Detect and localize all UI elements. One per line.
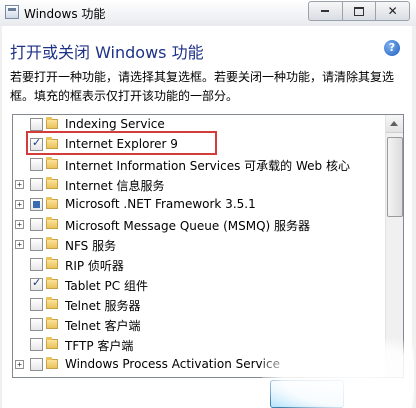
- expand-icon[interactable]: +: [15, 360, 24, 369]
- feature-checkbox[interactable]: [30, 338, 43, 351]
- maximize-button[interactable]: [343, 2, 377, 20]
- close-button[interactable]: ✕: [376, 2, 409, 20]
- folder-icon: [46, 237, 58, 249]
- feature-item[interactable]: RIP 侦听器: [13, 255, 383, 275]
- feature-item[interactable]: + Microsoft .NET Framework 3.5.1: [13, 195, 383, 215]
- feature-label: Telnet 客户端: [65, 319, 141, 333]
- expand-icon[interactable]: +: [15, 220, 24, 229]
- feature-checkbox[interactable]: [30, 258, 43, 271]
- feature-checkbox[interactable]: [30, 238, 43, 251]
- feature-checkbox[interactable]: [30, 178, 43, 191]
- feature-checkbox[interactable]: [30, 218, 43, 231]
- feature-checkbox[interactable]: [30, 318, 43, 331]
- feature-label: Tablet PC 组件: [65, 279, 148, 293]
- feature-item[interactable]: Internet Information Services 可承载的 Web 核…: [13, 155, 383, 175]
- folder-icon: [46, 337, 58, 349]
- feature-label: Telnet 服务器: [65, 299, 141, 313]
- window-title: Windows 功能: [24, 7, 106, 21]
- feature-item[interactable]: Telnet 服务器: [13, 295, 383, 315]
- feature-item[interactable]: Telnet 客户端: [13, 315, 383, 335]
- feature-label: Microsoft Message Queue (MSMQ) 服务器: [65, 219, 311, 233]
- feature-checkbox[interactable]: [30, 298, 43, 311]
- folder-icon: [46, 277, 58, 289]
- scroll-up-arrow-icon[interactable]: [386, 115, 403, 133]
- description-text: 若要打开一种功能，请选择其复选框。若要关闭一种功能，请清除其复选框。填充的框表示…: [10, 70, 395, 103]
- expand-icon[interactable]: +: [15, 240, 24, 249]
- feature-label: Windows Process Activation Service: [65, 357, 280, 371]
- folder-icon: [46, 317, 58, 329]
- feature-checkbox[interactable]: [30, 358, 43, 371]
- minimize-button[interactable]: [309, 2, 343, 20]
- expand-icon[interactable]: +: [15, 180, 24, 189]
- watermark-overlay: [262, 338, 414, 408]
- expand-icon[interactable]: +: [15, 200, 24, 209]
- windows-features-dialog: Windows 功能 ✕ 打开或关闭 Windows 功能 ? 若要打开一种功能…: [0, 0, 416, 408]
- title-bar[interactable]: Windows 功能 ✕: [0, 0, 416, 26]
- folder-icon: [46, 177, 58, 189]
- folder-icon: [46, 197, 58, 209]
- feature-label: Internet 信息服务: [65, 179, 165, 193]
- feature-checkbox[interactable]: [30, 158, 43, 171]
- feature-label: Microsoft .NET Framework 3.5.1: [65, 197, 256, 211]
- folder-icon: [46, 157, 58, 169]
- feature-label: NFS 服务: [65, 239, 117, 253]
- feature-item[interactable]: + NFS 服务: [13, 235, 383, 255]
- maximize-icon: [354, 6, 364, 16]
- window-icon: [5, 5, 19, 19]
- close-icon: ✕: [387, 4, 398, 18]
- feature-label: Internet Information Services 可承载的 Web 核…: [65, 159, 350, 173]
- highlight-box: [26, 131, 217, 155]
- folder-icon: [46, 257, 58, 269]
- page-title: 打开或关闭 Windows 功能: [10, 43, 204, 62]
- folder-icon: [46, 117, 58, 129]
- feature-item[interactable]: + Microsoft Message Queue (MSMQ) 服务器: [13, 215, 383, 235]
- feature-label: TFTP 客户端: [65, 339, 134, 353]
- feature-label: RIP 侦听器: [65, 259, 124, 273]
- feature-checkbox[interactable]: [30, 198, 43, 211]
- feature-checkbox[interactable]: [30, 276, 43, 291]
- folder-icon: [46, 297, 58, 309]
- feature-label: Indexing Service: [65, 117, 165, 131]
- feature-item[interactable]: Tablet PC 组件: [13, 275, 383, 295]
- minimize-icon: [321, 10, 330, 12]
- folder-icon: [46, 217, 58, 229]
- help-icon[interactable]: ?: [384, 40, 400, 56]
- scrollbar-thumb[interactable]: [387, 137, 403, 217]
- folder-icon: [46, 357, 58, 369]
- feature-item[interactable]: + Internet 信息服务: [13, 175, 383, 195]
- feature-checkbox[interactable]: [30, 118, 43, 131]
- window-controls: ✕: [308, 1, 410, 21]
